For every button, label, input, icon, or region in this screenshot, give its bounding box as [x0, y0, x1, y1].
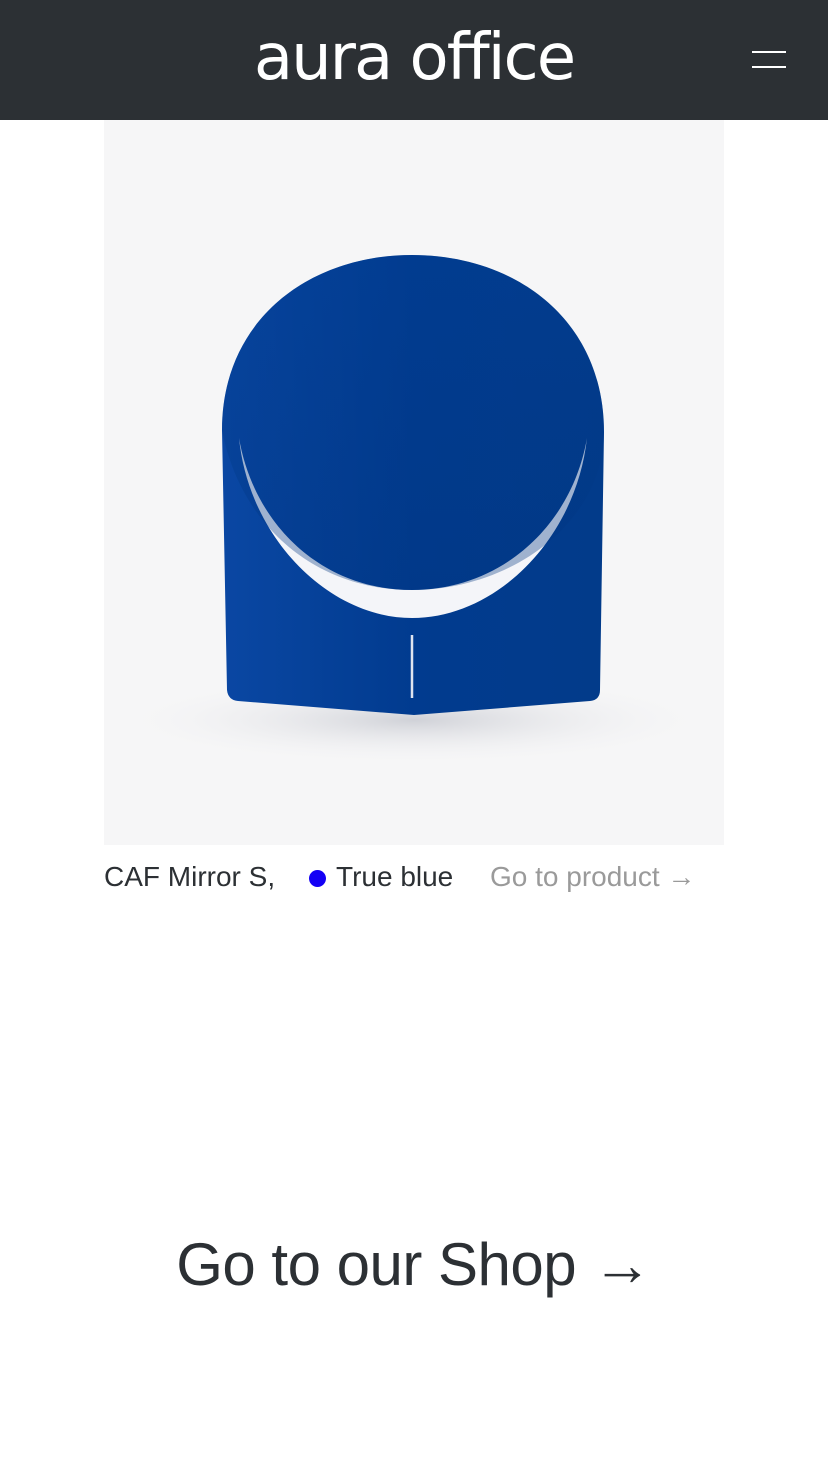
- site-header: aura office: [0, 0, 828, 120]
- hamburger-menu-icon[interactable]: [748, 44, 790, 76]
- brand-logo[interactable]: aura office: [0, 18, 828, 98]
- product-image[interactable]: [104, 120, 724, 845]
- go-to-product-link[interactable]: Go to product →: [490, 852, 695, 902]
- mirror-illustration: [114, 255, 714, 765]
- color-swatch-icon: [309, 870, 326, 887]
- menu-bar-top: [752, 51, 786, 53]
- product-color-name: True blue: [336, 861, 454, 892]
- go-to-shop-link[interactable]: Go to our Shop →: [0, 1225, 828, 1305]
- product-name: CAF Mirror S,: [104, 861, 276, 892]
- menu-bar-bottom: [752, 66, 786, 68]
- product-caption: CAF Mirror S, True blue Go to product →: [104, 852, 724, 902]
